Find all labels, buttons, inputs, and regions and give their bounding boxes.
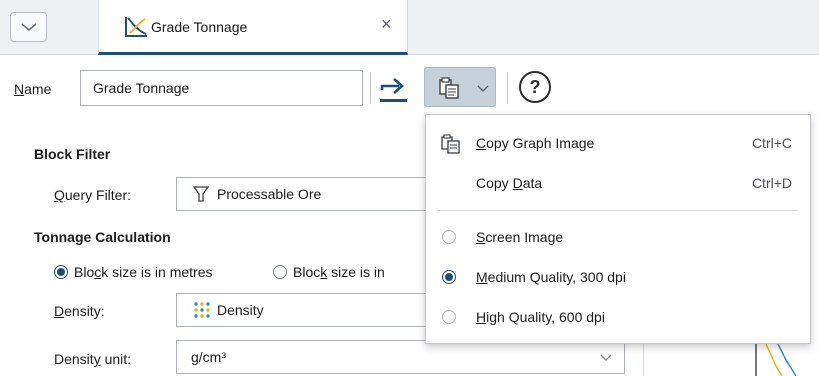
block-filter-heading: Block Filter: [34, 146, 111, 162]
tab-bar: Grade Tonnage ×: [0, 0, 819, 55]
density-unit-select[interactable]: g/cm³: [176, 340, 625, 374]
chevron-down-icon: [477, 85, 489, 92]
menu-item-high-quality[interactable]: High Quality, 600 dpi: [426, 299, 810, 335]
menu-item-label: Medium Quality, 300 dpi: [476, 269, 626, 285]
toolbar-divider: [507, 72, 508, 104]
tab-list-dropdown[interactable]: [10, 12, 47, 42]
toolbar-divider: [370, 72, 371, 104]
density-unit-label: Density unit:: [54, 351, 132, 367]
menu-item-copy-graph-image[interactable]: Copy Graph Image Ctrl+C: [426, 125, 810, 161]
menu-item-label: High Quality, 600 dpi: [476, 309, 605, 325]
tab-title: Grade Tonnage: [151, 19, 248, 35]
copy-menu-button[interactable]: [424, 67, 496, 107]
copy-icon: [441, 134, 460, 154]
menu-item-medium-quality[interactable]: Medium Quality, 300 dpi: [426, 259, 810, 295]
radio-button[interactable]: [442, 270, 456, 284]
density-select[interactable]: Density: [176, 293, 436, 327]
name-label: Name: [14, 81, 52, 97]
radio-label: Block size is in metres: [74, 264, 213, 280]
menu-item-shortcut: Ctrl+C: [751, 135, 792, 151]
radio-button[interactable]: [442, 310, 456, 324]
tonnage-calculation-heading: Tonnage Calculation: [34, 229, 171, 245]
help-button[interactable]: ?: [519, 71, 551, 103]
menu-separator: [438, 210, 798, 211]
density-attribute-icon: [194, 302, 210, 318]
radio-block-size-other[interactable]: Block size is in: [273, 264, 385, 280]
query-filter-select[interactable]: Processable Ore: [176, 177, 436, 211]
menu-item-shortcut: Ctrl+D: [751, 175, 792, 191]
query-filter-label: Query Filter:: [54, 187, 132, 203]
menu-item-label: Screen Image: [476, 229, 564, 245]
help-icon: ?: [529, 76, 541, 97]
radio-label: Block size is in: [293, 264, 385, 280]
menu-item-copy-data[interactable]: Copy Data Ctrl+D: [426, 165, 810, 201]
tab-grade-tonnage[interactable]: Grade Tonnage ×: [98, 0, 408, 55]
radio-button[interactable]: [442, 230, 456, 244]
filter-icon: [193, 186, 209, 202]
chevron-down-icon: [20, 23, 37, 32]
menu-item-label: Copy Data: [476, 175, 543, 191]
radio-button[interactable]: [54, 265, 68, 279]
density-value: Density: [217, 302, 264, 318]
export-arrow-icon[interactable]: [378, 72, 412, 104]
density-unit-value: g/cm³: [191, 349, 226, 365]
close-icon[interactable]: ×: [381, 14, 392, 34]
copy-dropdown-menu: Copy Graph Image Ctrl+C Copy Data Ctrl+D…: [425, 114, 811, 344]
chevron-down-icon: [600, 354, 612, 361]
name-input[interactable]: [80, 70, 363, 106]
query-filter-value: Processable Ore: [217, 186, 322, 202]
radio-block-size-metres[interactable]: Block size is in metres: [54, 264, 212, 280]
copy-icon: [439, 77, 459, 99]
radio-button[interactable]: [273, 265, 287, 279]
menu-item-screen-image[interactable]: Screen Image: [426, 219, 810, 255]
grade-tonnage-chart-icon: [125, 17, 147, 37]
density-label: Density:: [54, 303, 105, 319]
menu-item-label: Copy Graph Image: [476, 135, 595, 151]
